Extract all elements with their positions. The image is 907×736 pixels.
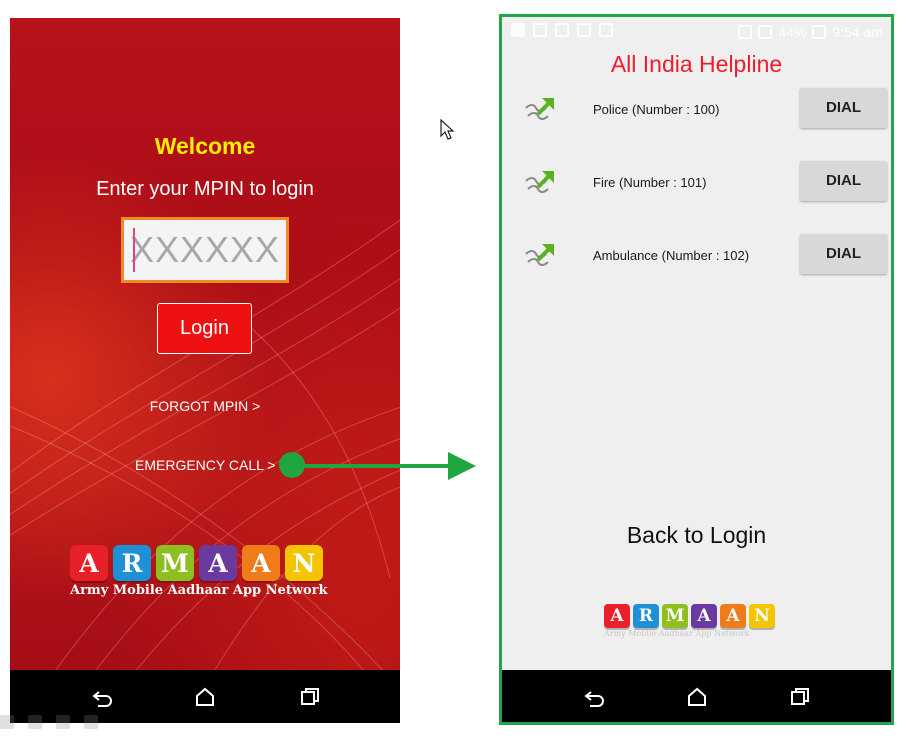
helpline-label: Ambulance (Number : 102): [593, 248, 750, 263]
outgoing-call-icon: [525, 98, 554, 120]
logo-tiles: A R M A A N: [70, 545, 340, 581]
helpline-screen-frame: 44% 9:54 am All India Helpline Police (N…: [499, 14, 894, 725]
mpin-prompt: Enter your MPIN to login: [96, 178, 314, 200]
text-caret: [133, 228, 135, 272]
armaan-logo: A R M A A N Army Mobile Aadhaar App Netw…: [70, 545, 340, 605]
logo-tile: A: [242, 545, 280, 581]
logo-tile: A: [199, 545, 237, 581]
back-icon[interactable]: [582, 684, 608, 710]
logo-tile: A: [604, 604, 630, 628]
dial-button-ambulance[interactable]: DIAL: [800, 234, 887, 274]
nfc-icon: [599, 23, 613, 37]
status-icons-right: 44% 9:54 am: [738, 24, 883, 40]
helpline-screen: 44% 9:54 am All India Helpline Police (N…: [502, 17, 891, 670]
logo-tile: A: [70, 545, 108, 581]
helpline-row-fire: Fire (Number : 101) DIAL: [502, 161, 891, 205]
logo-tagline: Army Mobile Aadhaar App Network: [604, 629, 750, 638]
home-icon[interactable]: [192, 684, 218, 710]
logo-tile: N: [749, 604, 775, 628]
usb-icon: [555, 23, 569, 37]
login-background: Welcome Enter your MPIN to login XXXXXX …: [10, 18, 400, 670]
arrow-icon: [84, 715, 98, 729]
outgoing-call-icon: [525, 244, 554, 266]
android-nav-bar: [502, 670, 891, 722]
logo-tagline: Army Mobile Aadhaar App Network: [70, 583, 328, 598]
outgoing-call-icon: [525, 171, 554, 193]
headset-icon: [738, 25, 753, 39]
logo-tile: A: [720, 604, 746, 628]
battery-icon: [812, 25, 827, 39]
home-icon[interactable]: [684, 684, 710, 710]
recents-icon[interactable]: [787, 684, 813, 710]
armaan-logo-small: A R M A A N Army Mobile Aadhaar App Netw…: [604, 604, 794, 644]
helpline-row-police: Police (Number : 100) DIAL: [502, 88, 891, 132]
logo-tiles: A R M A A N: [604, 604, 794, 628]
mpin-placeholder: XXXXXX: [129, 229, 281, 270]
battery-percent: 44%: [778, 24, 807, 40]
tool-icon: [0, 715, 14, 729]
notification-icon: [511, 23, 525, 37]
signal-icon: [758, 25, 773, 39]
logo-tile: R: [633, 604, 659, 628]
back-icon[interactable]: [90, 684, 116, 710]
status-bar: 44% 9:54 am: [502, 17, 891, 47]
page-title: All India Helpline: [610, 51, 783, 77]
keyboard-icon: [56, 715, 70, 729]
forgot-mpin-link[interactable]: FORGOT MPIN >: [10, 398, 400, 414]
flow-arrow-dot: [279, 452, 305, 478]
helpline-label: Fire (Number : 101): [593, 175, 707, 190]
dial-button-police[interactable]: DIAL: [800, 88, 887, 128]
helpline-label: Police (Number : 100): [593, 102, 720, 117]
welcome-heading: Welcome: [154, 133, 256, 159]
logo-tile: R: [113, 545, 151, 581]
flow-arrow: [296, 452, 476, 480]
status-icons-left: [511, 23, 613, 37]
logo-tile: M: [662, 604, 688, 628]
faint-toolbar: [0, 715, 98, 729]
logo-tile: M: [156, 545, 194, 581]
mouse-cursor-icon: [440, 119, 455, 140]
logo-tile: N: [285, 545, 323, 581]
pen-icon: [28, 715, 42, 729]
back-to-login-link[interactable]: Back to Login: [502, 522, 891, 549]
login-button[interactable]: Login: [157, 303, 252, 354]
mail-icon: [533, 23, 547, 37]
screenshot-icon: [577, 23, 591, 37]
dial-button-fire[interactable]: DIAL: [800, 161, 887, 201]
login-screen: Welcome Enter your MPIN to login XXXXXX …: [10, 18, 400, 723]
emergency-call-link[interactable]: EMERGENCY CALL >: [135, 457, 275, 473]
mpin-input[interactable]: XXXXXX: [121, 217, 289, 283]
recents-icon[interactable]: [297, 684, 323, 710]
clock: 9:54 am: [832, 24, 883, 40]
logo-tile: A: [691, 604, 717, 628]
helpline-row-ambulance: Ambulance (Number : 102) DIAL: [502, 234, 891, 278]
